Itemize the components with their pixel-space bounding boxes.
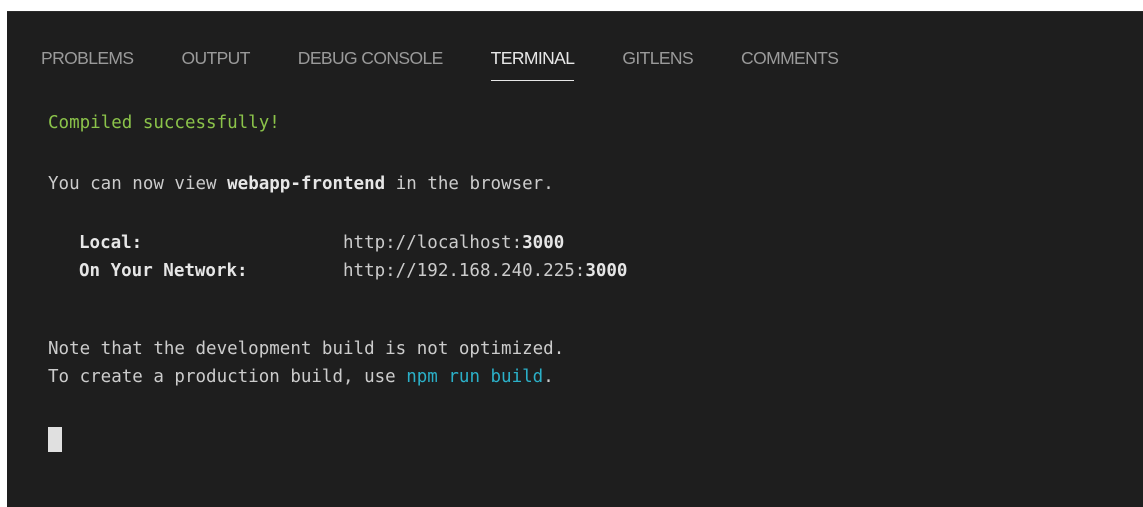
network-row: On Your Network: (79, 258, 248, 284)
local-url[interactable]: http://localhost:3000 (343, 230, 564, 256)
network-label: On Your Network: (79, 261, 248, 281)
note-line: Note that the development build is not o… (48, 339, 565, 359)
view-prefix: You can now view (48, 174, 228, 194)
network-port: 3000 (585, 261, 628, 281)
tab-output[interactable]: OUTPUT (181, 46, 250, 70)
panel-tabs: PROBLEMS OUTPUT DEBUG CONSOLE TERMINAL G… (41, 46, 886, 96)
tab-debug-console[interactable]: DEBUG CONSOLE (298, 46, 443, 70)
tab-terminal[interactable]: TERMINAL (490, 46, 575, 81)
view-line: You can now view webapp-frontend in the … (48, 171, 554, 197)
local-label: Local: (79, 233, 143, 253)
create-line: To create a production build, use npm ru… (48, 364, 554, 390)
local-port: 3000 (522, 233, 565, 253)
app-name: webapp-frontend (227, 174, 386, 194)
compiled-status: Compiled successfully! (48, 113, 280, 133)
terminal-output[interactable]: Compiled successfully! You can now view … (48, 110, 1123, 390)
tab-gitlens[interactable]: GITLENS (622, 46, 693, 70)
network-url[interactable]: http://192.168.240.225:3000 (343, 258, 627, 284)
npm-build-command: npm run build (406, 367, 544, 387)
terminal-cursor (48, 427, 62, 452)
create-suffix: . (543, 367, 554, 387)
tab-problems[interactable]: PROBLEMS (41, 46, 134, 70)
view-suffix: in the browser. (385, 174, 554, 194)
local-url-prefix: http://localhost: (343, 233, 523, 253)
create-prefix: To create a production build, use (48, 367, 407, 387)
local-row: Local: (79, 230, 142, 256)
network-url-prefix: http://192.168.240.225: (343, 261, 586, 281)
tab-comments[interactable]: COMMENTS (741, 46, 839, 70)
